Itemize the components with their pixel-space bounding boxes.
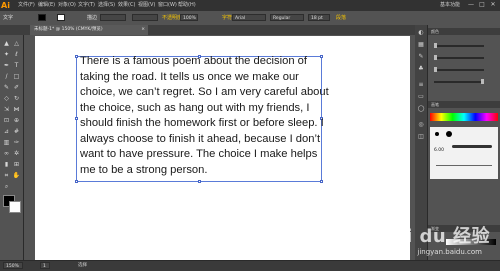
opacity-label[interactable]: 不透明度 bbox=[162, 14, 182, 21]
artboard-number-field[interactable]: 1 bbox=[40, 262, 50, 269]
pen-icon[interactable]: ✒ bbox=[2, 61, 11, 70]
paintbrush-icon[interactable]: ✎ bbox=[2, 83, 11, 92]
artboard-icon[interactable]: ⊞ bbox=[12, 160, 21, 169]
brush-list[interactable]: 6.00 bbox=[430, 127, 498, 179]
free-transform-icon[interactable]: ⊡ bbox=[2, 116, 11, 125]
perspective-icon[interactable]: ⊿ bbox=[2, 127, 11, 136]
color-slider-m[interactable] bbox=[434, 55, 484, 60]
menu-select[interactable]: 选择(S) bbox=[98, 0, 115, 11]
slice-icon[interactable]: ⌗ bbox=[2, 171, 11, 180]
stroke-weight-field[interactable] bbox=[100, 14, 126, 21]
zoom-icon[interactable]: ⌕ bbox=[2, 182, 11, 191]
stroke-swatch[interactable] bbox=[57, 14, 65, 21]
stroke-label: 描边 bbox=[87, 15, 98, 21]
tools-panel: ▲ △ ✦ ℓ ✒ T / □ ✎ ✐ ◇ ↻ ⇲ ⋈ ⊡ ⊕ ⊿ # ▥ ✑ ∞ ✲ ▮ ⊞ ⌗ ✋ ⌕ bbox=[0, 35, 24, 260]
menu-help[interactable]: 帮助(H) bbox=[178, 0, 196, 11]
variable-width-field[interactable] bbox=[132, 14, 158, 21]
menu-edit[interactable]: 编辑(E) bbox=[38, 0, 55, 11]
shape-builder-icon[interactable]: ⊕ bbox=[12, 116, 21, 125]
color-slider-c[interactable] bbox=[434, 43, 484, 48]
symbols-panel-icon[interactable]: ♣ bbox=[417, 65, 425, 73]
body-text[interactable]: There is a famous poem about the decisio… bbox=[80, 54, 330, 178]
menu-bar: Ai 文件(F) 编辑(E) 对象(O) 文字(T) 选择(S) 效果(C) 视… bbox=[0, 0, 500, 11]
transparency-panel-icon[interactable]: ◯ bbox=[417, 105, 425, 113]
font-size-field[interactable]: 18 pt bbox=[308, 14, 330, 21]
font-family-field[interactable]: Arial bbox=[232, 14, 266, 21]
baidu-watermark-url: jingyan.baidu.com bbox=[417, 248, 482, 256]
fill-swatch[interactable] bbox=[38, 14, 46, 21]
menu-window[interactable]: 窗口(W) bbox=[158, 0, 177, 11]
menu-object[interactable]: 对象(O) bbox=[58, 0, 76, 11]
graph-icon[interactable]: ▮ bbox=[2, 160, 11, 169]
status-bar: 150% 1 选择 bbox=[0, 260, 500, 271]
eraser-icon[interactable]: ◇ bbox=[2, 94, 11, 103]
menu-file[interactable]: 文件(F) bbox=[18, 0, 35, 11]
magic-wand-icon[interactable]: ✦ bbox=[2, 50, 11, 59]
brush-panel-title: 画笔 bbox=[428, 101, 500, 108]
layers-panel-icon[interactable]: ◫ bbox=[417, 133, 425, 141]
menu-effect[interactable]: 效果(C) bbox=[118, 0, 135, 11]
rectangle-icon[interactable]: □ bbox=[12, 72, 21, 81]
handle-top-left[interactable] bbox=[75, 55, 78, 58]
select-icon[interactable]: ▲ bbox=[2, 39, 11, 48]
appearance-panel-icon[interactable]: ◎ bbox=[417, 121, 425, 129]
eyedropper-icon[interactable]: ✑ bbox=[12, 138, 21, 147]
handle-bottom-left[interactable] bbox=[75, 180, 78, 183]
scale-icon[interactable]: ⇲ bbox=[2, 105, 11, 114]
color-spectrum[interactable] bbox=[430, 113, 498, 121]
type-icon[interactable]: T bbox=[12, 61, 21, 70]
maximize-button[interactable]: □ bbox=[477, 1, 487, 9]
font-style-field[interactable]: Regular bbox=[270, 14, 304, 21]
stroke-panel-icon[interactable]: ≡ bbox=[417, 81, 425, 89]
workspace-switcher[interactable]: 基本功能 bbox=[440, 0, 460, 11]
brush-dot-small-icon[interactable] bbox=[435, 132, 439, 136]
minimize-button[interactable]: — bbox=[466, 1, 476, 9]
swatches-panel-icon[interactable]: ▦ bbox=[417, 41, 425, 49]
color-slider-y[interactable] bbox=[434, 67, 484, 72]
menu-type[interactable]: 文字(T) bbox=[78, 0, 95, 11]
pencil-icon[interactable]: ✐ bbox=[12, 83, 21, 92]
handle-bottom-middle[interactable] bbox=[198, 180, 201, 183]
close-window-button[interactable]: ✕ bbox=[488, 1, 498, 9]
color-panel-icon[interactable]: ◐ bbox=[417, 29, 425, 37]
brush-divider bbox=[436, 165, 492, 166]
width-icon[interactable]: ⋈ bbox=[12, 105, 21, 114]
zoom-field[interactable]: 150% bbox=[3, 262, 23, 269]
lasso-icon[interactable]: ℓ bbox=[12, 50, 21, 59]
document-tab[interactable]: 未标题-1* @ 150% (CMYK/预览) × bbox=[30, 25, 148, 35]
handle-bottom-right[interactable] bbox=[320, 180, 323, 183]
color-slider-k[interactable] bbox=[434, 79, 484, 84]
brush-stroke-preview[interactable] bbox=[452, 145, 492, 148]
handle-middle-left[interactable] bbox=[75, 117, 78, 120]
menu-view[interactable]: 视图(V) bbox=[138, 0, 155, 11]
blend-icon[interactable]: ∞ bbox=[2, 149, 11, 158]
status-mode: 选择 bbox=[78, 263, 87, 268]
stroke-color-box[interactable] bbox=[9, 201, 21, 213]
control-bar: 文字 描边 不透明度 100% 字符 Arial Regular 18 pt 段… bbox=[0, 11, 500, 26]
brush-dot-large-icon[interactable] bbox=[446, 131, 452, 137]
rotate-icon[interactable]: ↻ bbox=[12, 94, 21, 103]
color-panel-title: 颜色 bbox=[428, 28, 500, 35]
close-tab-icon[interactable]: × bbox=[141, 25, 145, 35]
paragraph-label[interactable]: 段落 bbox=[336, 14, 346, 21]
symbol-sprayer-icon[interactable]: ✲ bbox=[12, 149, 21, 158]
gradient-panel-icon[interactable]: ▭ bbox=[417, 93, 425, 101]
mesh-icon[interactable]: # bbox=[12, 127, 21, 136]
document-tab-label: 未标题-1* @ 150% (CMYK/预览) bbox=[34, 27, 103, 32]
control-type-label: 文字 bbox=[3, 15, 14, 21]
app-logo: Ai bbox=[1, 1, 10, 10]
gradient-icon[interactable]: ▥ bbox=[2, 138, 11, 147]
hand-icon[interactable]: ✋ bbox=[12, 171, 21, 180]
brush-size-label: 6.00 bbox=[434, 148, 445, 153]
direct-select-icon[interactable]: △ bbox=[12, 39, 21, 48]
baidu-watermark-logo: Bai du 经验 bbox=[379, 226, 490, 247]
line-icon[interactable]: / bbox=[2, 72, 11, 81]
opacity-field[interactable]: 100% bbox=[180, 14, 198, 21]
character-label[interactable]: 字符 bbox=[222, 14, 232, 21]
brushes-panel-icon[interactable]: ✎ bbox=[417, 53, 425, 61]
